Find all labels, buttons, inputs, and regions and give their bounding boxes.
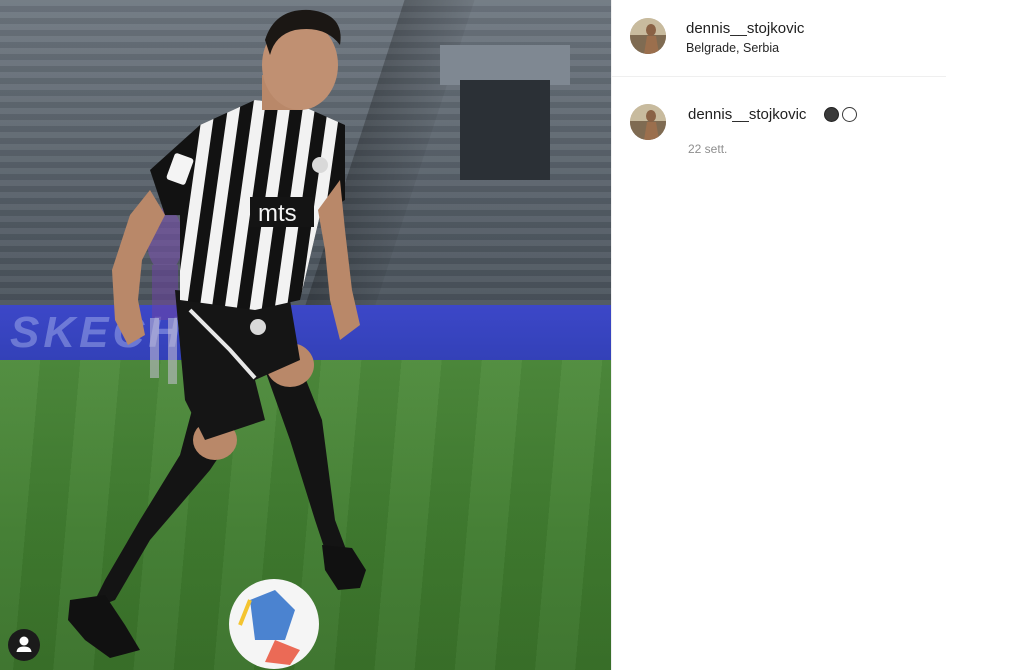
avatar-image <box>630 104 666 140</box>
player-figure: mts <box>68 9 366 669</box>
author-avatar[interactable] <box>630 18 666 54</box>
caption-author-avatar[interactable] <box>630 104 666 140</box>
user-icon <box>16 636 32 652</box>
author-username[interactable]: dennis__stojkovic <box>686 20 804 37</box>
black-circle-icon <box>824 107 839 123</box>
caption-text <box>824 106 860 124</box>
post-header: dennis__stojkovic Belgrade, Serbia <box>612 0 946 77</box>
avatar-image <box>630 18 666 54</box>
profile-tag-button[interactable] <box>8 629 40 661</box>
post-sidebar: dennis__stojkovic Belgrade, Serbia denni… <box>611 0 1024 670</box>
white-circle-icon <box>842 107 857 123</box>
caption-username[interactable]: dennis__stojkovic <box>688 106 806 123</box>
jersey-sponsor-text: mts <box>258 200 297 227</box>
post-photo[interactable]: SKECHERS mts <box>0 0 611 670</box>
post-location[interactable]: Belgrade, Serbia <box>686 41 779 55</box>
caption-date: 22 sett. <box>688 142 728 156</box>
